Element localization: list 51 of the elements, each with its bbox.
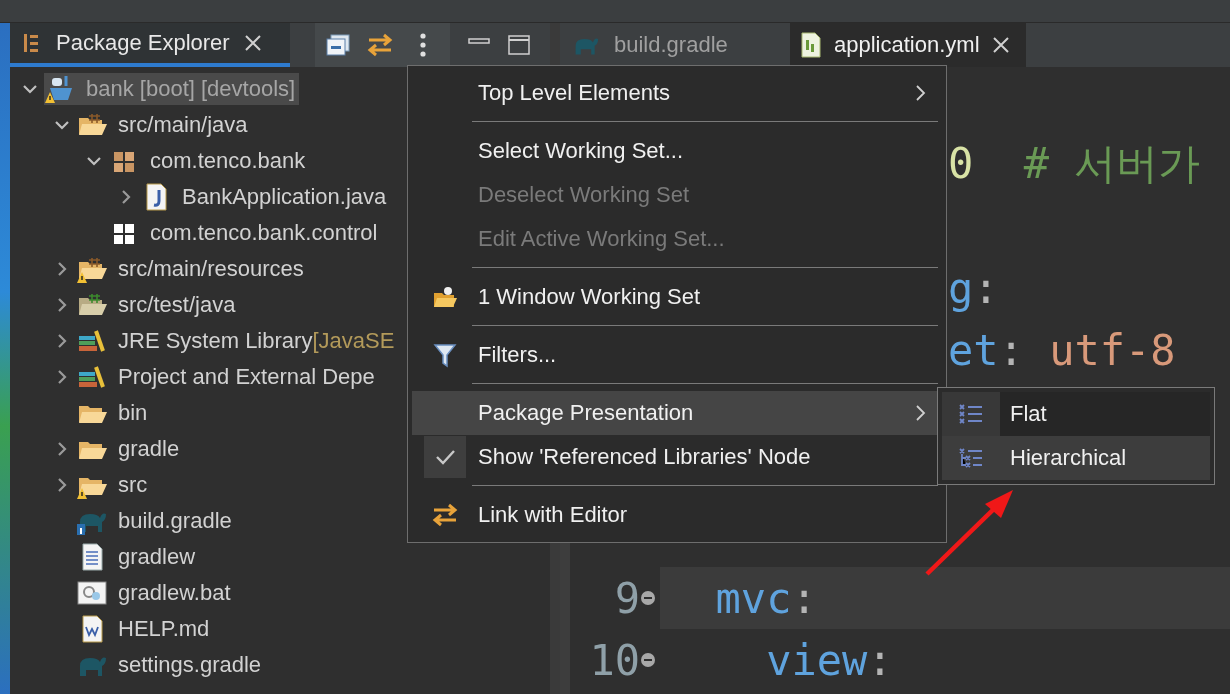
tree-item[interactable]: bank [boot] [devtools] <box>44 73 300 105</box>
code-line: et: utf-8 <box>948 325 1176 375</box>
code-line: 0 # 서버가 <box>948 138 1201 190</box>
close-icon[interactable] <box>243 34 262 52</box>
tree-item[interactable]: HELP.md <box>76 613 214 645</box>
tree-item[interactable]: com.tenco.bank.control <box>108 217 382 249</box>
tree-item[interactable]: settings.gradle <box>76 649 266 681</box>
tree-item[interactable]: src/main/resources <box>76 253 308 285</box>
folder-icon <box>432 285 458 309</box>
menu-item[interactable]: Link with Editor <box>412 493 942 537</box>
tree-item[interactable]: gradlew <box>76 541 200 573</box>
tree-item[interactable]: bin <box>76 397 152 429</box>
line-number: 9 <box>614 573 640 623</box>
link-arrows-icon[interactable] <box>365 32 395 58</box>
menu-item[interactable]: Top Level Elements <box>412 71 942 115</box>
file-icon <box>800 32 822 58</box>
tree-item[interactable]: src/test/java <box>76 289 240 321</box>
settings-file-icon <box>76 578 108 608</box>
view-tab[interactable]: Package Explorer <box>10 23 290 67</box>
code-line: g: <box>948 263 999 313</box>
code-line: view: <box>765 635 893 685</box>
collapse-toggle-icon[interactable] <box>640 652 656 668</box>
submenu-chevron-icon <box>914 404 926 422</box>
submenu-chevron-icon <box>914 84 926 102</box>
collapse-all-icon[interactable] <box>325 33 351 57</box>
tree-item[interactable]: gradle <box>76 433 184 465</box>
tree-item[interactable]: build.gradle <box>76 505 236 537</box>
tree-item[interactable]: src/main/java <box>76 109 252 141</box>
collapse-toggle-icon[interactable] <box>640 590 656 606</box>
tree-item[interactable]: Project and External Depe <box>76 361 379 393</box>
close-icon[interactable] <box>991 36 1010 54</box>
menu-icon[interactable] <box>419 32 427 58</box>
check-icon <box>424 436 466 478</box>
link-arrows-icon <box>430 502 460 528</box>
filter-icon <box>433 342 457 368</box>
tree-item[interactable]: JRE System Library[JavaSE <box>76 325 399 357</box>
menu-item[interactable]: Select Working Set... <box>412 129 942 173</box>
menu-item[interactable]: Filters... <box>412 333 942 377</box>
menu-item[interactable]: Hierarchical <box>942 436 1210 480</box>
menu-item[interactable]: 1 Window Working Set <box>412 275 942 319</box>
menu-item[interactable]: Flat <box>942 392 1210 436</box>
line-number: 10 <box>589 635 640 685</box>
tree-item[interactable]: gradlew.bat <box>76 577 235 609</box>
code-line: mvc: <box>714 573 817 623</box>
list-icon <box>958 402 984 426</box>
tree-item[interactable]: com.tenco.bank <box>108 145 310 177</box>
editor-tab[interactable]: application.yml <box>790 23 1026 67</box>
tree-list-icon <box>958 446 984 470</box>
tree-item[interactable]: src <box>76 469 152 501</box>
tree-item[interactable]: BankApplication.java <box>140 181 391 213</box>
maximize-icon[interactable] <box>508 35 530 55</box>
